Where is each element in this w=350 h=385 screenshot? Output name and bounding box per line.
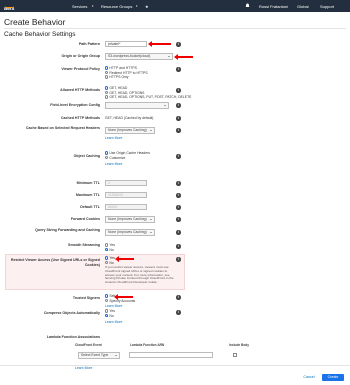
radio-icon bbox=[105, 260, 109, 264]
info-icon[interactable]: i bbox=[176, 193, 181, 198]
radio-icon bbox=[105, 243, 109, 247]
forward-cookies-label: Forward Cookies bbox=[70, 217, 100, 221]
min-ttl-label: Minimum TTL bbox=[76, 181, 100, 185]
info-icon[interactable]: i bbox=[176, 128, 181, 133]
viewer-protocol-option[interactable]: HTTPS Only bbox=[105, 75, 128, 79]
radio-icon bbox=[105, 309, 109, 313]
user-menu[interactable]: Rossi Fratantoni bbox=[259, 4, 288, 9]
radio-icon bbox=[105, 298, 109, 302]
viewer-protocol-label: Viewer Protocol Policy bbox=[61, 67, 100, 71]
trusted-signers-option[interactable]: Specify Accounts bbox=[105, 299, 135, 303]
annotation-arrow bbox=[148, 41, 171, 47]
top-nav: aws Services ▾ Resource Groups ▾ ★ Rossi… bbox=[0, 0, 350, 12]
radio-icon bbox=[105, 90, 109, 94]
path-pattern-input[interactable]: private/* bbox=[105, 41, 147, 47]
cache-headers-label: Cache Based on Selected Request Headers bbox=[25, 126, 100, 130]
radio-selected-icon bbox=[105, 66, 109, 70]
radio-selected-icon bbox=[105, 256, 109, 260]
lambda-event-select[interactable]: Select Event Type bbox=[78, 352, 120, 359]
aws-logo[interactable]: aws bbox=[4, 2, 16, 12]
services-menu[interactable]: Services bbox=[72, 4, 87, 9]
info-icon[interactable]: i bbox=[176, 154, 181, 159]
smooth-streaming-option[interactable]: No bbox=[105, 248, 114, 252]
info-icon[interactable]: i bbox=[176, 67, 181, 72]
compress-label: Compress Objects Automatically bbox=[43, 311, 100, 315]
chevron-down-icon: ▾ bbox=[136, 4, 138, 8]
page-title: Create Behavior bbox=[4, 17, 66, 27]
http-methods-option[interactable]: GET, HEAD, OPTIONS, PUT, POST, PATCH, DE… bbox=[105, 95, 191, 99]
origin-select[interactable]: S3-wordpress-bucket(cloud) bbox=[105, 53, 173, 60]
support-menu[interactable]: Support bbox=[320, 4, 334, 9]
divider bbox=[4, 28, 346, 29]
trusted-signers-label: Trusted Signers bbox=[72, 296, 100, 300]
info-icon[interactable]: i bbox=[176, 88, 181, 93]
create-button[interactable]: Create bbox=[322, 374, 344, 381]
radio-icon bbox=[105, 155, 109, 159]
lambda-col-event: CloudFront Event bbox=[75, 343, 102, 347]
default-ttl-label: Default TTL bbox=[80, 205, 100, 209]
smooth-streaming-label: Smooth Streaming bbox=[68, 243, 100, 247]
info-icon[interactable]: i bbox=[176, 257, 181, 262]
learn-more-link[interactable]: Learn More bbox=[75, 366, 92, 370]
radio-icon bbox=[105, 70, 109, 74]
aws-smile-icon bbox=[5, 6, 14, 8]
radio-icon bbox=[105, 95, 109, 99]
object-caching-option[interactable]: Customize bbox=[105, 156, 125, 160]
annotation-arrow bbox=[174, 54, 193, 60]
min-ttl-input[interactable]: 0 bbox=[105, 180, 147, 186]
annotation-arrow bbox=[115, 256, 134, 262]
learn-more-link[interactable]: Learn More bbox=[105, 320, 122, 324]
info-icon[interactable]: i bbox=[176, 310, 181, 315]
max-ttl-input[interactable]: 31536000 bbox=[105, 192, 147, 198]
resource-groups-menu[interactable]: Resource Groups bbox=[101, 4, 132, 9]
radio-selected-icon bbox=[105, 151, 109, 155]
chevron-down-icon: ▾ bbox=[92, 4, 94, 8]
compress-option[interactable]: No bbox=[105, 314, 114, 318]
query-string-select[interactable]: None (Improves Caching) bbox=[105, 229, 155, 236]
lambda-col-body: Include Body bbox=[229, 343, 250, 347]
cached-methods-value: GET, HEAD (Cached by default) bbox=[105, 116, 154, 120]
include-body-checkbox[interactable] bbox=[233, 353, 237, 357]
restrict-viewer-note: If you restrict viewer access, viewers m… bbox=[105, 265, 174, 285]
learn-more-link[interactable]: Learn More bbox=[105, 136, 122, 140]
info-icon[interactable]: i bbox=[176, 103, 181, 108]
footer-divider bbox=[0, 365, 350, 366]
learn-more-link[interactable]: Learn More bbox=[105, 304, 122, 308]
path-pattern-label: Path Pattern bbox=[78, 42, 100, 46]
info-icon[interactable]: i bbox=[176, 42, 181, 47]
forward-cookies-select[interactable]: None (Improves Caching) bbox=[105, 216, 155, 223]
radio-selected-icon bbox=[105, 86, 109, 90]
region-menu[interactable]: Global bbox=[297, 4, 309, 9]
radio-selected-icon bbox=[105, 313, 109, 317]
field-encryption-label: Field-level Encryption Config bbox=[50, 103, 100, 107]
max-ttl-label: Maximum TTL bbox=[75, 193, 100, 197]
info-icon[interactable]: i bbox=[176, 181, 181, 186]
cached-methods-label: Cached HTTP Methods bbox=[60, 116, 100, 120]
info-icon[interactable]: i bbox=[176, 295, 181, 300]
radio-selected-icon bbox=[105, 247, 109, 251]
field-encryption-select[interactable] bbox=[105, 102, 169, 109]
info-icon[interactable]: i bbox=[176, 244, 181, 249]
restrict-viewer-label: Restrict Viewer Access (Use Signed URLs … bbox=[10, 258, 100, 267]
origin-label: Origin or Origin Group bbox=[61, 54, 100, 58]
cancel-button[interactable]: Cancel bbox=[299, 374, 319, 381]
bell-icon[interactable] bbox=[245, 3, 250, 8]
section-title: Cache Behavior Settings bbox=[4, 31, 76, 38]
lambda-label: Lambda Function Associations bbox=[46, 335, 100, 339]
default-ttl-input[interactable]: 86400 bbox=[105, 204, 147, 210]
object-caching-label: Object Caching bbox=[73, 154, 100, 158]
radio-selected-icon bbox=[105, 294, 109, 298]
cache-headers-select[interactable]: None (Improves Caching) bbox=[105, 127, 155, 134]
learn-more-link[interactable]: Learn More bbox=[105, 162, 122, 166]
info-icon[interactable]: i bbox=[176, 205, 181, 210]
info-icon[interactable]: i bbox=[176, 116, 181, 121]
query-string-label: Query String Forwarding and Caching bbox=[35, 228, 100, 232]
info-icon[interactable]: i bbox=[176, 217, 181, 222]
http-methods-label: Allowed HTTP Methods bbox=[60, 88, 100, 92]
radio-icon bbox=[105, 75, 109, 79]
pin-icon[interactable]: ★ bbox=[145, 4, 149, 9]
lambda-col-arn: Lambda Function ARN bbox=[130, 343, 165, 347]
lambda-arn-input[interactable] bbox=[129, 352, 213, 358]
info-icon[interactable]: i bbox=[176, 230, 181, 235]
